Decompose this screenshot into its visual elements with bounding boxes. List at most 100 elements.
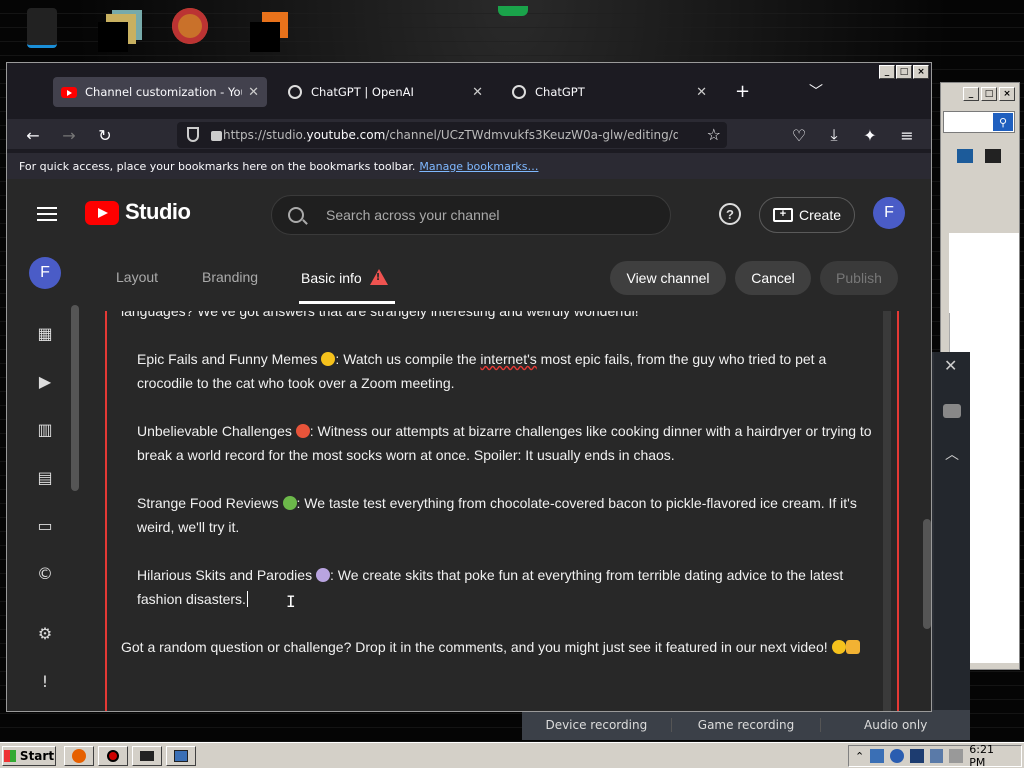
youtube-logo-icon[interactable] — [85, 201, 119, 225]
tab-basic-info[interactable]: Basic info — [301, 269, 388, 286]
theater-masks-emoji-icon — [315, 568, 330, 582]
desktop-icon-folder[interactable] — [96, 4, 140, 54]
account-avatar[interactable]: F — [873, 197, 905, 229]
channel-avatar[interactable]: F — [29, 257, 61, 289]
taskbar: Start ⌃ 6:21 PM — [0, 742, 1024, 768]
tab-youtube-studio[interactable]: Channel customization - YouTube S ✕ — [53, 77, 267, 107]
desktop-icon-app[interactable] — [168, 4, 212, 54]
recorder-taskbar-icon[interactable] — [98, 745, 128, 766]
tab-device-recording[interactable]: Device recording — [522, 718, 672, 732]
close-button[interactable]: × — [999, 87, 1015, 101]
toolbar-icon[interactable] — [985, 149, 1001, 163]
bookmark-star-icon[interactable]: ☆ — [707, 125, 721, 144]
tab-audio-only[interactable]: Audio only — [821, 718, 970, 732]
close-button[interactable]: × — [913, 65, 929, 79]
windows-logo-icon — [3, 749, 16, 762]
app-taskbar-icon[interactable] — [132, 745, 162, 766]
maximize-button[interactable]: □ — [896, 65, 912, 79]
navigation-toolbar: ← → ↻ https://studio.youtube.com/channel… — [7, 119, 931, 149]
monitor-icon[interactable] — [909, 749, 924, 763]
description-scrollbar[interactable] — [883, 311, 891, 711]
menu-icon[interactable]: ≡ — [895, 123, 919, 147]
desktop-icon-amazon[interactable] — [20, 4, 64, 54]
comments-icon[interactable]: ▤ — [35, 467, 55, 487]
tab-branding[interactable]: Branding — [202, 269, 258, 285]
analytics-icon[interactable]: ▥ — [35, 419, 55, 439]
create-video-icon: + — [772, 208, 793, 222]
tab-chatgpt[interactable]: ChatGPT ✕ — [503, 77, 715, 107]
toolbar-icon[interactable] — [957, 149, 973, 163]
description-paragraph: languages? We've got answers that are st… — [121, 311, 639, 319]
firefox-taskbar-icon[interactable] — [64, 745, 94, 766]
copyright-icon[interactable]: © — [35, 563, 55, 583]
subtitles-icon[interactable]: ▭ — [35, 515, 55, 535]
chevron-up-icon[interactable]: ⌃ — [855, 750, 864, 763]
recorder-sidebar: ✕ ︿ — [934, 352, 970, 740]
manage-bookmarks-link[interactable]: Manage bookmarks… — [419, 160, 538, 173]
back-icon[interactable]: ← — [21, 123, 45, 147]
laughing-emoji-icon — [321, 352, 336, 366]
view-channel-button[interactable]: View channel — [610, 261, 726, 295]
close-tab-icon[interactable]: ✕ — [472, 85, 483, 100]
url-text: https://studio.youtube.com/channel/UCzTW… — [223, 128, 678, 142]
tab-chatgpt-openai[interactable]: ChatGPT | OpenAI ✕ — [279, 77, 491, 107]
publish-button[interactable]: Publish — [820, 261, 898, 295]
sidebar-scrollbar[interactable] — [71, 305, 79, 491]
studio-logo-text[interactable]: Studio — [125, 199, 191, 225]
downloads-icon[interactable]: ⤓ — [822, 123, 846, 147]
system-tray: ⌃ 6:21 PM — [848, 743, 1022, 768]
app-tray-icon[interactable] — [949, 749, 964, 763]
tab-layout[interactable]: Layout — [116, 269, 158, 285]
text-cursor-icon: I — [286, 592, 296, 611]
close-tab-icon[interactable]: ✕ — [696, 85, 707, 100]
clock[interactable]: 6:21 PM — [969, 743, 1013, 768]
create-button[interactable]: + Create — [759, 197, 855, 233]
extensions-icon[interactable]: ✦ — [858, 123, 882, 147]
dashboard-icon[interactable]: ▦ — [35, 323, 55, 343]
hamburger-menu-icon[interactable] — [37, 207, 57, 221]
cancel-button[interactable]: Cancel — [735, 261, 811, 295]
volume-icon[interactable] — [929, 749, 944, 763]
content-icon[interactable]: ▶ — [35, 371, 55, 391]
reload-icon[interactable]: ↻ — [93, 123, 117, 147]
youtube-studio-page: Studio ? + Create F F ▦ ▶ ▥ ▤ ▭ © ⚙ ! — [7, 179, 931, 711]
desktop-icon-orange[interactable] — [248, 4, 292, 54]
recorder-mode-tabs: Device recording Game recording Audio on… — [522, 710, 970, 740]
active-tab-indicator — [299, 301, 395, 304]
forward-icon[interactable]: → — [57, 123, 81, 147]
pocket-icon[interactable]: ♡ — [787, 123, 811, 147]
thumbs-down-emoji-icon — [845, 640, 860, 654]
search-icon[interactable]: ⚲ — [993, 113, 1013, 131]
description-text[interactable]: languages? We've got answers that are st… — [121, 311, 881, 683]
close-icon[interactable]: ✕ — [944, 356, 957, 375]
tab-list-chevron-icon[interactable]: ﹀ — [809, 81, 823, 101]
lock-icon[interactable] — [211, 131, 222, 141]
url-bar[interactable]: https://studio.youtube.com/channel/UCzTW… — [177, 122, 727, 148]
winking-tongue-emoji-icon — [831, 640, 846, 654]
page-scrollbar[interactable] — [923, 519, 931, 629]
bluetooth-icon[interactable] — [890, 749, 904, 763]
description-paragraph: Hilarious Skits and Parodies : We create… — [137, 567, 844, 607]
search-icon[interactable] — [288, 207, 304, 223]
minimize-button[interactable]: _ — [963, 87, 979, 101]
new-tab-icon[interactable]: + — [735, 81, 750, 102]
maximize-button[interactable]: □ — [981, 87, 997, 101]
description-textarea[interactable]: languages? We've got answers that are st… — [105, 311, 899, 711]
shield-icon[interactable] — [187, 127, 199, 142]
help-icon[interactable]: ? — [719, 203, 741, 225]
tab-game-recording[interactable]: Game recording — [672, 718, 822, 732]
window-taskbar-icon[interactable] — [166, 745, 196, 766]
chevron-up-icon[interactable]: ︿ — [945, 444, 959, 464]
camera-icon[interactable] — [943, 404, 961, 418]
text-caret — [246, 591, 248, 607]
settings-icon[interactable]: ⚙ — [35, 623, 55, 643]
network-icon[interactable] — [870, 749, 885, 763]
start-button[interactable]: Start — [2, 745, 56, 766]
openai-icon — [287, 84, 303, 100]
description-paragraph: Got a random question or challenge? Drop… — [121, 635, 881, 659]
minimize-button[interactable]: _ — [879, 65, 895, 79]
channel-search-box[interactable] — [271, 195, 671, 235]
feedback-icon[interactable]: ! — [35, 671, 55, 691]
search-input[interactable] — [326, 207, 656, 223]
close-tab-icon[interactable]: ✕ — [248, 85, 259, 100]
